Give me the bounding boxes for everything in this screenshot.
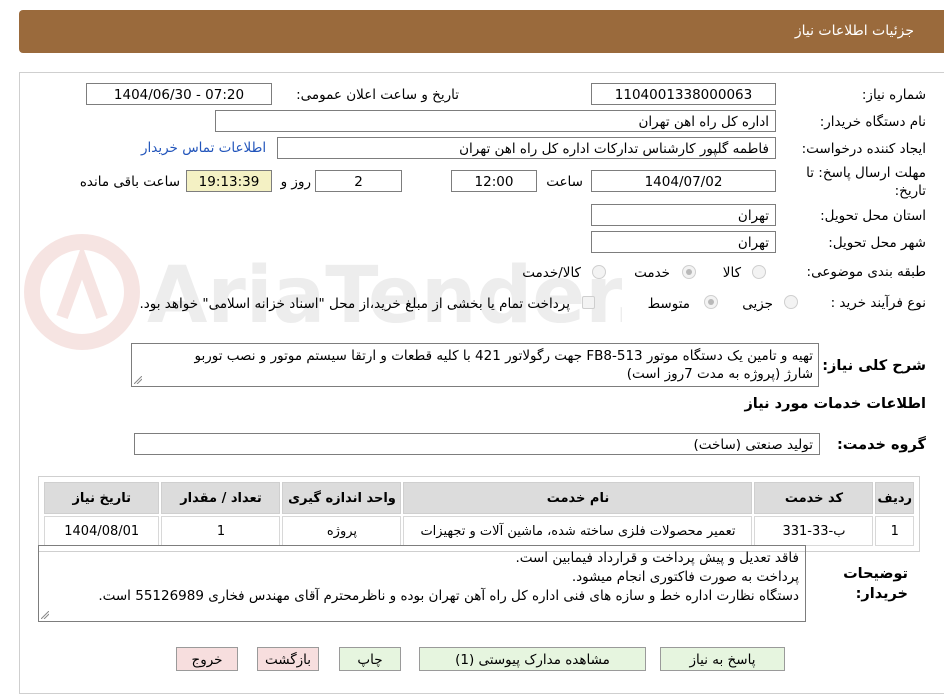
province-field: تهران	[591, 204, 776, 226]
buyer-contact-link[interactable]: اطلاعات تماس خریدار	[141, 140, 266, 156]
cell-code: ب-33-331	[754, 516, 874, 546]
deadline-label-date: تاریخ:	[894, 183, 926, 199]
table-row: 1 ب-33-331 تعمیر محصولات فلزی ساخته شده،…	[44, 516, 914, 546]
table-header-row: ردیف کد خدمت نام خدمت واحد اندازه گیری ت…	[44, 482, 914, 514]
buyer-notes-label: توضیحات	[843, 566, 908, 582]
announce-date-label: تاریخ و ساعت اعلان عمومی:	[296, 87, 459, 103]
remaining-time-label: ساعت باقی مانده	[79, 174, 180, 190]
deadline-date-field: 1404/07/02	[591, 170, 776, 192]
buyer-notes-label-2: خریدار:	[855, 586, 908, 602]
description-line-1: تهیه و تامین یک دستگاه موتور FB8-513 جهت…	[194, 348, 814, 364]
description-line-2: شارژ (پروژه به مدت 7روز است)	[626, 366, 813, 382]
deadline-label: مهلت ارسال پاسخ: تا	[806, 165, 926, 181]
city-field: تهران	[591, 231, 776, 253]
category-label: طبقه بندی موضوعی:	[806, 264, 926, 280]
cell-qty: 1	[161, 516, 281, 546]
creator-field: فاطمه گلپور کارشناس تدارکات اداره کل راه…	[277, 137, 776, 159]
buyer-notes-line-1: فاقد تعدیل و پیش پرداخت و قرارداد فیمابی…	[515, 550, 799, 566]
deadline-time-field: 12:00	[451, 170, 537, 192]
buyer-org-field: اداره کل راه اهن تهران	[215, 110, 776, 132]
need-number-label: شماره نیاز:	[861, 87, 926, 103]
col-row: ردیف	[875, 482, 914, 514]
cell-unit: پروژه	[282, 516, 402, 546]
process-label: نوع فرآیند خرید :	[830, 295, 926, 311]
cell-date: 1404/08/01	[44, 516, 160, 546]
announce-date-field: 1404/06/30 - 07:20	[86, 83, 272, 105]
cell-name: تعمیر محصولات فلزی ساخته شده، ماشین آلات…	[403, 516, 753, 546]
description-textarea[interactable]: تهیه و تامین یک دستگاه موتور FB8-513 جهت…	[131, 343, 819, 387]
category-radio-goods[interactable]	[752, 265, 766, 279]
col-qty: تعداد / مقدار	[161, 482, 281, 514]
payment-note: پرداخت تمام یا بخشی از مبلغ خرید،از محل …	[139, 296, 570, 312]
category-option-goods: کالا	[722, 265, 741, 281]
payment-checkbox[interactable]	[582, 296, 595, 309]
page-header: جزئیات اطلاعات نیاز	[19, 10, 944, 53]
process-option-medium: متوسط	[647, 296, 690, 312]
process-option-minor: جزیی	[742, 296, 773, 312]
process-radio-medium[interactable]	[704, 295, 718, 309]
cell-row: 1	[875, 516, 914, 546]
need-number-field: 1104001338000063	[591, 83, 776, 105]
resize-handle-icon[interactable]	[41, 611, 49, 619]
service-group-label: گروه خدمت:	[836, 437, 926, 453]
city-label: شهر محل تحویل:	[828, 235, 926, 251]
resize-handle-icon[interactable]	[134, 376, 142, 384]
deadline-time-label: ساعت	[546, 174, 583, 190]
days-label: روز و	[280, 174, 311, 190]
service-group-field: تولید صنعتی (ساخت)	[134, 433, 820, 455]
buyer-notes-line-3: دستگاه نظارت اداره خط و سازه های فنی ادا…	[98, 588, 799, 604]
buyer-org-label: نام دستگاه خریدار:	[819, 114, 926, 130]
remaining-time-field: 19:13:39	[186, 170, 272, 192]
services-section-title: اطلاعات خدمات مورد نیاز	[744, 396, 926, 412]
view-attachments-button[interactable]: مشاهده مدارک پیوستی (1)	[419, 647, 646, 671]
buyer-notes-textarea[interactable]: فاقد تعدیل و پیش پرداخت و قرارداد فیمابی…	[38, 545, 806, 622]
process-radio-minor[interactable]	[784, 295, 798, 309]
reply-button[interactable]: پاسخ به نیاز	[660, 647, 785, 671]
buyer-notes-line-2: پرداخت به صورت فاکتوری انجام میشود.	[571, 569, 799, 585]
category-radio-service[interactable]	[682, 265, 696, 279]
col-date: تاریخ نیاز	[44, 482, 160, 514]
category-option-goods-service: کالا/خدمت	[522, 265, 581, 281]
description-label: شرح کلی نیاز:	[822, 358, 926, 374]
province-label: استان محل تحویل:	[820, 208, 926, 224]
category-radio-goods-service[interactable]	[592, 265, 606, 279]
col-code: کد خدمت	[754, 482, 874, 514]
category-option-service: خدمت	[634, 265, 670, 281]
col-name: نام خدمت	[403, 482, 753, 514]
print-button[interactable]: چاپ	[339, 647, 401, 671]
back-button[interactable]: بازگشت	[257, 647, 319, 671]
exit-button[interactable]: خروج	[176, 647, 238, 671]
creator-label: ایجاد کننده درخواست:	[801, 141, 926, 157]
page-title: جزئیات اطلاعات نیاز	[794, 23, 914, 39]
col-unit: واحد اندازه گیری	[282, 482, 402, 514]
days-field: 2	[315, 170, 402, 192]
services-table: ردیف کد خدمت نام خدمت واحد اندازه گیری ت…	[38, 476, 920, 552]
